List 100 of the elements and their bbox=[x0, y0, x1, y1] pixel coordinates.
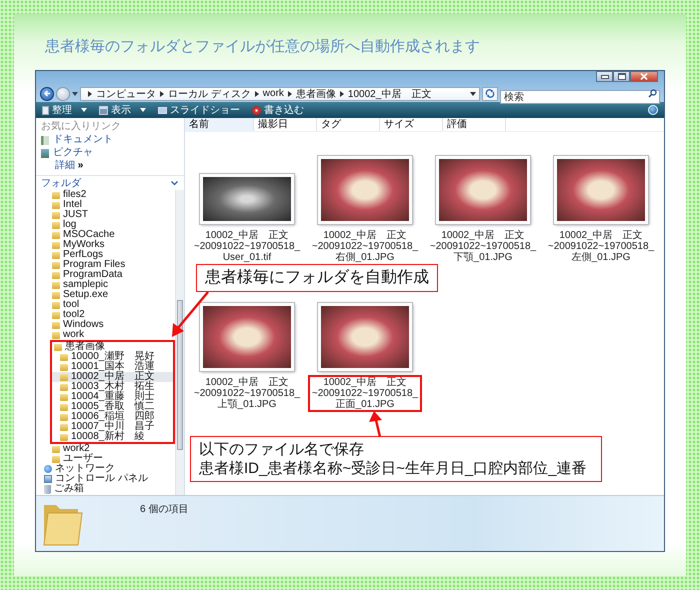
toolbar-button[interactable]: 書き込む bbox=[252, 103, 304, 117]
tree-item[interactable]: 患者画像 bbox=[52, 342, 173, 352]
search-field[interactable]: 検索 bbox=[500, 90, 660, 104]
arrow-icon bbox=[42, 89, 52, 98]
tree-item[interactable]: 10005_香取 慎二 bbox=[52, 402, 173, 412]
minimize-button[interactable] bbox=[596, 71, 613, 82]
breadcrumb[interactable]: コンピュータ bbox=[96, 86, 156, 100]
refresh-icon bbox=[485, 89, 495, 98]
document-icon bbox=[41, 136, 49, 144]
tree-item[interactable]: 10001_国本 浩運 bbox=[52, 362, 173, 372]
tree-item[interactable]: MSOCache bbox=[36, 230, 115, 240]
caret-icon bbox=[140, 108, 146, 112]
file-name: ~20091022~19700518_上顎_01.JPG bbox=[192, 388, 302, 410]
chevron-icon bbox=[340, 90, 344, 96]
chevron-icon bbox=[254, 90, 259, 96]
toolbar-button[interactable]: 整理 bbox=[42, 103, 87, 117]
favorite-link[interactable]: ピクチャ bbox=[41, 147, 184, 159]
photo-placeholder[interactable] bbox=[554, 156, 648, 224]
tree-item[interactable]: 10008_新村 綾 bbox=[52, 432, 173, 442]
tree-item[interactable]: ProgramData bbox=[36, 270, 122, 280]
tree-item[interactable]: tool2 bbox=[36, 310, 85, 320]
tree-item[interactable]: ユーザー bbox=[36, 454, 103, 464]
column-header[interactable]: 名前 bbox=[185, 118, 254, 131]
more-link[interactable]: 詳細 » bbox=[41, 160, 184, 172]
network-icon bbox=[44, 465, 52, 473]
section-heading: お気に入りリンク bbox=[41, 121, 122, 133]
file-name: ~20091022~19700518_正面_01.JPG bbox=[310, 388, 420, 410]
trash-bin-icon bbox=[44, 484, 51, 494]
breadcrumb[interactable]: 10002_中居 正文 bbox=[348, 86, 432, 100]
tree-item[interactable]: MyWorks bbox=[36, 240, 104, 250]
column-header[interactable]: サイズ bbox=[380, 118, 443, 131]
caret-icon bbox=[81, 108, 87, 112]
file-name: 10002_中居 正文 bbox=[323, 377, 407, 388]
photo-placeholder[interactable] bbox=[200, 303, 294, 371]
photo-placeholder[interactable] bbox=[318, 156, 412, 224]
refresh-button[interactable] bbox=[482, 86, 498, 100]
tree-item[interactable]: log bbox=[36, 220, 76, 230]
tree-item[interactable]: files2 bbox=[36, 190, 86, 200]
column-header[interactable]: 評価 bbox=[443, 118, 506, 131]
disc-icon bbox=[252, 106, 261, 114]
tree-item[interactable]: 10006_稲垣 四郎 bbox=[52, 412, 173, 422]
file-name: ~20091022~19700518_右側_01.JPG bbox=[310, 241, 420, 263]
breadcrumb[interactable]: 患者画像 bbox=[296, 86, 336, 100]
tree-item[interactable]: ごみ箱 bbox=[36, 484, 84, 494]
tree-item[interactable]: Setup.exe bbox=[36, 290, 108, 300]
chevron-icon bbox=[288, 90, 292, 96]
item-count: 6 個の項目 bbox=[140, 503, 188, 516]
file-name: 10002_中居 正文 bbox=[205, 230, 289, 241]
caret-icon[interactable] bbox=[470, 92, 476, 96]
tree-item[interactable]: tool bbox=[36, 300, 80, 310]
tree-item[interactable]: コントロール パネル bbox=[36, 474, 148, 484]
tree-item[interactable]: 10000_瀬野 晃好 bbox=[52, 352, 173, 362]
toolbar-button[interactable]: 表示 bbox=[99, 103, 146, 117]
tree-item[interactable]: PerfLogs bbox=[36, 250, 104, 260]
chevron-icon bbox=[171, 180, 178, 186]
scrollbar[interactable] bbox=[175, 190, 184, 495]
tree-item[interactable]: JUST bbox=[36, 210, 88, 220]
tree-item[interactable]: 10007_中川 昌子 bbox=[52, 422, 173, 432]
xray-placeholder[interactable] bbox=[200, 174, 294, 224]
toolbar-button[interactable]: スライドショー bbox=[158, 103, 240, 117]
window-icon bbox=[99, 106, 108, 114]
tree-item[interactable]: Windows bbox=[36, 320, 104, 330]
chevron-icon bbox=[88, 90, 92, 96]
picture-icon bbox=[41, 148, 49, 158]
tree-item[interactable]: samplepic bbox=[36, 280, 108, 290]
tree-item[interactable]: work2 bbox=[36, 444, 90, 454]
help-icon[interactable] bbox=[648, 105, 658, 115]
photo-placeholder[interactable] bbox=[318, 303, 412, 371]
breadcrumb[interactable]: ローカル ディスク bbox=[168, 86, 251, 100]
column-header[interactable]: タグ bbox=[317, 118, 380, 131]
tree-item[interactable]: 10004_重藤 則士 bbox=[52, 392, 173, 402]
page-heading: 患者様毎のフォルダとファイルが任意の場所へ自動作成されます bbox=[44, 37, 481, 57]
breadcrumb[interactable]: work bbox=[262, 88, 284, 99]
close-icon bbox=[640, 73, 648, 80]
file-name: ~20091022~19700518_左側_01.JPG bbox=[546, 241, 656, 263]
column-header[interactable]: 撮影日 bbox=[254, 118, 317, 131]
tree-item[interactable]: 10002_中居 正文 bbox=[52, 372, 173, 382]
file-name: ~20091022~19700518_User_01.tif bbox=[192, 241, 302, 263]
file-name: 10002_中居 正文 bbox=[323, 230, 407, 241]
tree-item[interactable]: ネットワーク bbox=[36, 464, 115, 474]
page-icon bbox=[42, 106, 49, 114]
file-name: 10002_中居 正文 bbox=[205, 377, 289, 388]
control-panel-icon bbox=[44, 475, 52, 483]
chevron-icon bbox=[160, 90, 164, 96]
tree-item[interactable]: Program Files bbox=[36, 260, 126, 270]
tree-item[interactable]: Intel bbox=[36, 200, 82, 210]
tree-item[interactable]: 10003_木村 拓生 bbox=[52, 382, 173, 392]
tree-item[interactable]: work bbox=[36, 330, 84, 340]
caret-icon[interactable] bbox=[72, 92, 78, 96]
file-name: ~20091022~19700518_下顎_01.JPG bbox=[428, 241, 538, 263]
folders-header[interactable]: フォルダ bbox=[36, 175, 184, 190]
favorite-link[interactable]: ドキュメント bbox=[41, 134, 184, 146]
file-name: 10002_中居 正文 bbox=[559, 230, 643, 241]
back-button[interactable] bbox=[40, 86, 54, 100]
callout-text: 患者様ID_患者様名称~受診日~生年月日_口腔内部位_連番 bbox=[199, 459, 588, 478]
address-field[interactable]: コンピュータ ローカル ディスク work 患者画像 10002_中居 正文 bbox=[80, 86, 480, 100]
photo-placeholder[interactable] bbox=[436, 156, 530, 224]
close-button[interactable] bbox=[630, 71, 658, 82]
search-icon bbox=[648, 89, 657, 98]
maximize-button[interactable] bbox=[613, 71, 630, 82]
